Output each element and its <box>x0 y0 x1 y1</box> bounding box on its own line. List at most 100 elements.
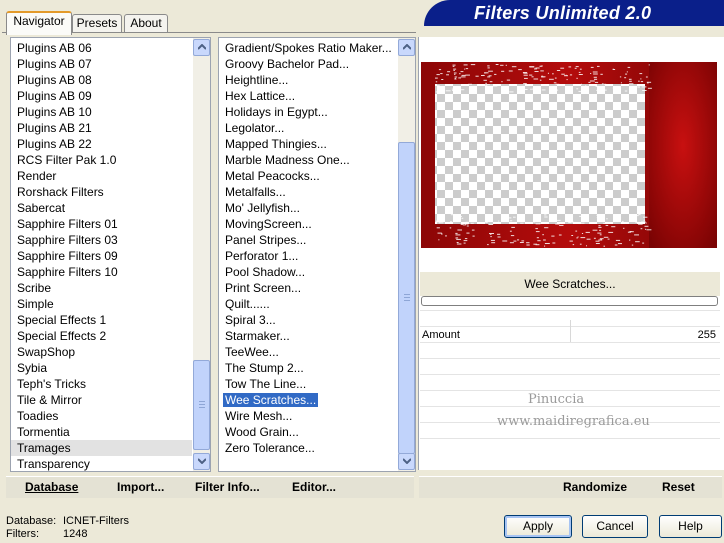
editor-button[interactable]: Editor... <box>292 480 336 494</box>
list-item[interactable]: Render <box>11 168 192 184</box>
param-row[interactable] <box>420 358 720 375</box>
param-row[interactable] <box>420 438 720 455</box>
list-item[interactable]: Zero Tolerance... <box>219 440 397 456</box>
list-item[interactable]: Hex Lattice... <box>219 88 397 104</box>
list-item[interactable]: Starmaker... <box>219 328 397 344</box>
scroll-thumb[interactable] <box>398 142 415 454</box>
tab-about[interactable]: About <box>124 14 168 33</box>
list-item-label: Pool Shadow... <box>225 265 306 279</box>
list-item[interactable]: Toadies <box>11 408 192 424</box>
list-item[interactable]: Sapphire Filters 01 <box>11 216 192 232</box>
list-item[interactable]: The Stump 2... <box>219 360 397 376</box>
list-item[interactable]: Heightline... <box>219 72 397 88</box>
list-item[interactable]: Tow The Line... <box>219 376 397 392</box>
list-item[interactable]: Plugins AB 22 <box>11 136 192 152</box>
scroll-up-button[interactable] <box>398 39 415 56</box>
param-slider-divider <box>570 320 571 342</box>
list-item[interactable]: RCS Filter Pak 1.0 <box>11 152 192 168</box>
list-item-label: Print Screen... <box>225 281 302 295</box>
list-item[interactable]: SwapShop <box>11 344 192 360</box>
list-item-label: Tow The Line... <box>225 377 307 391</box>
database-button[interactable]: Database <box>25 480 78 494</box>
list-item[interactable]: Tile & Mirror <box>11 392 192 408</box>
scroll-down-button[interactable] <box>193 453 210 470</box>
param-row[interactable] <box>420 342 720 359</box>
list-item-label: Mapped Thingies... <box>225 137 327 151</box>
list-item[interactable]: Tormentia <box>11 424 192 440</box>
list-item[interactable]: Simple <box>11 296 192 312</box>
scroll-thumb[interactable] <box>193 360 210 450</box>
category-scrollbar[interactable] <box>193 38 210 471</box>
list-item[interactable]: MovingScreen... <box>219 216 397 232</box>
filter-info-button[interactable]: Filter Info... <box>195 480 260 494</box>
filter-list[interactable]: Gradient/Spokes Ratio Maker... Groovy Bac… <box>218 37 416 472</box>
list-item[interactable]: Rorshack Filters <box>11 184 192 200</box>
list-item[interactable]: Pool Shadow... <box>219 264 397 280</box>
list-item[interactable]: Sapphire Filters 10 <box>11 264 192 280</box>
randomize-button[interactable]: Randomize <box>563 480 627 494</box>
list-item-label: Tile & Mirror <box>17 393 82 407</box>
list-item[interactable]: Teph's Tricks <box>11 376 192 392</box>
list-item[interactable]: Special Effects 1 <box>11 312 192 328</box>
list-item[interactable]: Wood Grain... <box>219 424 397 440</box>
list-item[interactable]: Gradient/Spokes Ratio Maker... <box>219 40 397 56</box>
list-item[interactable]: Wee Scratches... <box>219 392 397 408</box>
param-value-amount[interactable]: 255 <box>680 329 716 341</box>
list-item[interactable]: Special Effects 2 <box>11 328 192 344</box>
list-item[interactable]: Mapped Thingies... <box>219 136 397 152</box>
scroll-up-button[interactable] <box>193 39 210 56</box>
list-item-label: Metalfalls... <box>225 185 286 199</box>
list-item[interactable]: Legolator... <box>219 120 397 136</box>
category-list[interactable]: Plugins AB 06 Plugins AB 07 Plugins AB 08 P… <box>10 37 211 472</box>
list-item[interactable]: Perforator 1... <box>219 248 397 264</box>
list-item[interactable]: Wire Mesh... <box>219 408 397 424</box>
reset-button[interactable]: Reset <box>662 480 695 494</box>
list-item-label: Tormentia <box>17 425 70 439</box>
list-item[interactable]: Plugins AB 09 <box>11 88 192 104</box>
list-item[interactable]: Print Screen... <box>219 280 397 296</box>
tab-presets[interactable]: Presets <box>72 14 122 33</box>
cancel-button[interactable]: Cancel <box>582 515 648 538</box>
param-row[interactable] <box>420 374 720 391</box>
list-item[interactable]: Groovy Bachelor Pad... <box>219 56 397 72</box>
scroll-down-button[interactable] <box>398 453 415 470</box>
list-item-label: Plugins AB 21 <box>17 121 92 135</box>
tab-navigator[interactable]: Navigator <box>6 11 72 35</box>
list-item[interactable]: Quilt...... <box>219 296 397 312</box>
filter-preview-image <box>421 62 717 248</box>
list-item[interactable]: TeeWee... <box>219 344 397 360</box>
list-item[interactable]: Mo' Jellyfish... <box>219 200 397 216</box>
list-item[interactable]: Plugins AB 21 <box>11 120 192 136</box>
list-item[interactable]: Plugins AB 07 <box>11 56 192 72</box>
list-item-label: Spiral 3... <box>225 313 276 327</box>
import-button[interactable]: Import... <box>117 480 164 494</box>
list-item-label: Holidays in Egypt... <box>225 105 328 119</box>
list-item[interactable]: Metal Peacocks... <box>219 168 397 184</box>
list-item-label: Special Effects 1 <box>17 313 107 327</box>
help-button[interactable]: Help <box>659 515 722 538</box>
list-item-label: Transparency <box>17 457 90 471</box>
apply-button[interactable]: Apply <box>504 515 572 538</box>
list-item[interactable]: Scribe <box>11 280 192 296</box>
list-item-label: Sybia <box>17 361 48 375</box>
list-item[interactable]: Tramages <box>11 440 192 456</box>
filter-name-label: Wee Scratches... <box>420 272 720 296</box>
status-filters-label: Filters: <box>6 528 39 540</box>
list-item[interactable]: Plugins AB 06 <box>11 40 192 56</box>
list-item[interactable]: Panel Stripes... <box>219 232 397 248</box>
filter-scrollbar[interactable] <box>398 38 415 471</box>
list-item-label: Sapphire Filters 10 <box>17 265 118 279</box>
list-item[interactable]: Sapphire Filters 03 <box>11 232 192 248</box>
list-item[interactable]: Spiral 3... <box>219 312 397 328</box>
list-item[interactable]: Sapphire Filters 09 <box>11 248 192 264</box>
list-item[interactable]: Marble Madness One... <box>219 152 397 168</box>
list-item[interactable]: Plugins AB 08 <box>11 72 192 88</box>
list-item[interactable]: Transparency <box>11 456 192 471</box>
list-item[interactable]: Metalfalls... <box>219 184 397 200</box>
list-item[interactable]: Holidays in Egypt... <box>219 104 397 120</box>
list-item[interactable]: Sybia <box>11 360 192 376</box>
list-item[interactable]: Plugins AB 10 <box>11 104 192 120</box>
list-item[interactable]: Sabercat <box>11 200 192 216</box>
list-item-label: Metal Peacocks... <box>225 169 320 183</box>
list-item-label: Toadies <box>17 409 59 423</box>
